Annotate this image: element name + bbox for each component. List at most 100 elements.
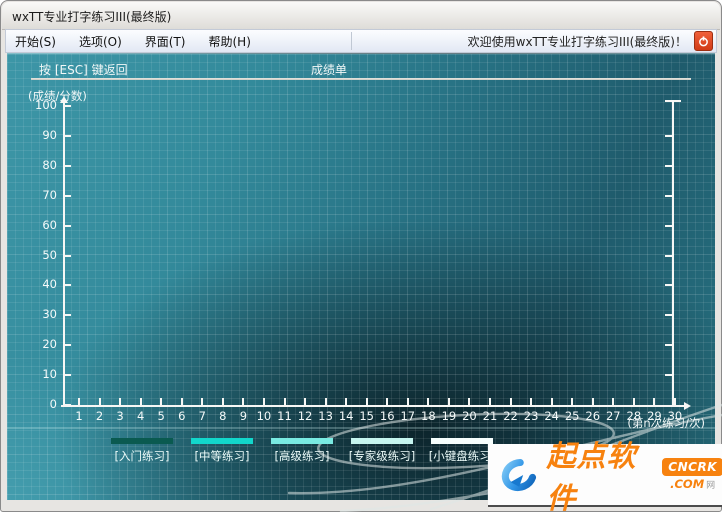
- x-tick: [139, 398, 142, 405]
- x-tick: [591, 398, 594, 405]
- menu-item-3[interactable]: 帮助(H): [200, 30, 260, 53]
- title-bar[interactable]: wxTT专业打字练习III(最终版): [2, 2, 720, 30]
- menu-item-2[interactable]: 界面(T): [136, 30, 195, 53]
- x-tick: [653, 398, 656, 405]
- x-tick-label: 14: [338, 409, 354, 423]
- y-tick-label: 10: [42, 367, 57, 382]
- x-tick: [283, 398, 286, 405]
- x-tick: [530, 398, 533, 405]
- y-tick-label: 0: [49, 397, 57, 411]
- x-tick: [447, 398, 450, 405]
- x-tick: [180, 398, 183, 405]
- legend-color-bar: [191, 438, 253, 444]
- esc-return-hint: 按 [ESC] 键返回: [39, 63, 128, 77]
- right-axis-tick: [665, 164, 673, 167]
- y-tick: [64, 344, 71, 347]
- x-tick-label: 8: [219, 409, 227, 423]
- x-tick: [427, 398, 430, 405]
- badge-domain: .COM: [670, 477, 705, 491]
- app-window: wxTT专业打字练习III(最终版) 开始(S) 选项(O) 界面(T) 帮助(H) …: [0, 0, 722, 512]
- menubar-divider: [350, 32, 352, 50]
- x-tick: [365, 398, 368, 405]
- x-tick: [345, 398, 348, 405]
- x-tick-label: 22: [503, 409, 518, 423]
- x-tick: [406, 398, 409, 405]
- power-icon: [699, 35, 708, 46]
- y-tick-label: 80: [42, 157, 57, 172]
- x-tick: [98, 398, 101, 405]
- right-axis-cap: [665, 100, 681, 102]
- right-axis-tick: [665, 134, 673, 137]
- y-tick: [64, 164, 71, 167]
- x-tick: [201, 398, 204, 405]
- y-tick: [64, 374, 71, 377]
- y-tick: [64, 224, 71, 227]
- x-tick-label: 10: [256, 409, 272, 423]
- x-tick: [324, 398, 327, 405]
- y-axis-title: (成绩/分数): [28, 89, 87, 103]
- y-tick-label: 20: [42, 337, 57, 352]
- x-tick-label: 13: [318, 409, 333, 423]
- x-tick-label: 21: [482, 409, 498, 423]
- menu-item-0[interactable]: 开始(S): [6, 30, 65, 53]
- y-tick: [64, 404, 71, 406]
- legend-color-bar: [431, 438, 493, 444]
- swoosh-circle-icon: [501, 458, 537, 491]
- x-tick: [468, 398, 471, 405]
- y-tick-label: 70: [42, 187, 57, 202]
- x-tick-label: 9: [239, 409, 248, 423]
- x-tick: [221, 398, 224, 405]
- x-tick: [386, 398, 389, 405]
- right-axis-tick: [665, 254, 673, 257]
- legend-color-bar: [271, 438, 333, 444]
- x-tick: [612, 398, 615, 405]
- x-tick: [489, 398, 491, 405]
- x-tick: [550, 398, 553, 405]
- x-tick: [304, 398, 307, 405]
- right-axis-tick: [665, 374, 673, 377]
- y-tick-label: 90: [42, 127, 57, 142]
- y-tick: [64, 105, 71, 107]
- x-tick: [571, 398, 574, 405]
- welcome-text: 欢迎使用wxTT专业打字练习III(最终版)！: [467, 35, 687, 49]
- legend-color-bar: [111, 438, 173, 444]
- x-tick-label: 17: [400, 409, 416, 423]
- x-tick-label: 1: [75, 409, 83, 423]
- x-tick-label: 3: [116, 409, 124, 423]
- menu-item-1[interactable]: 选项(O): [70, 30, 131, 53]
- y-tick-label: 60: [42, 217, 57, 232]
- x-tick-label: 16: [379, 409, 395, 423]
- badge-cncrk: CNCRK: [662, 458, 722, 476]
- x-tick-label: 12: [297, 409, 313, 423]
- y-tick-label: 40: [42, 277, 57, 292]
- x-tick-label: 25: [564, 409, 580, 423]
- power-button[interactable]: [694, 31, 713, 51]
- cncrk-watermark: 起点软件 CNCRK .COM 网: [488, 439, 722, 512]
- y-tick-label: 50: [42, 247, 57, 262]
- x-axis-title: (第n次练习/次): [627, 416, 705, 430]
- screenshot-stage: wxTT专业打字练习III(最终版) 开始(S) 选项(O) 界面(T) 帮助(H) …: [0, 0, 722, 512]
- x-tick: [632, 398, 635, 405]
- x-tick-label: 23: [523, 409, 539, 423]
- y-tick: [64, 284, 71, 287]
- legend-color-bar: [351, 438, 413, 444]
- x-axis-line: [61, 405, 685, 407]
- y-tick-label: 30: [42, 307, 57, 322]
- x-tick-label: 5: [157, 409, 165, 423]
- badge-suffix: 网: [706, 480, 716, 491]
- y-tick: [64, 314, 71, 317]
- x-tick-label: 15: [359, 409, 374, 423]
- x-tick: [509, 398, 512, 405]
- x-tick-label: 20: [462, 409, 477, 423]
- x-tick: [262, 398, 265, 405]
- right-axis-tick: [665, 284, 673, 287]
- x-tick-label: 6: [178, 409, 186, 423]
- y-tick: [64, 194, 71, 197]
- x-tick: [673, 398, 676, 405]
- brand-text: 起点软件: [546, 438, 637, 512]
- x-tick: [160, 398, 163, 405]
- right-axis-tick: [665, 224, 673, 227]
- x-tick-label: 24: [544, 409, 559, 423]
- x-tick-label: 18: [421, 409, 436, 423]
- brand-badge-group: CNCRK .COM 网: [662, 458, 722, 491]
